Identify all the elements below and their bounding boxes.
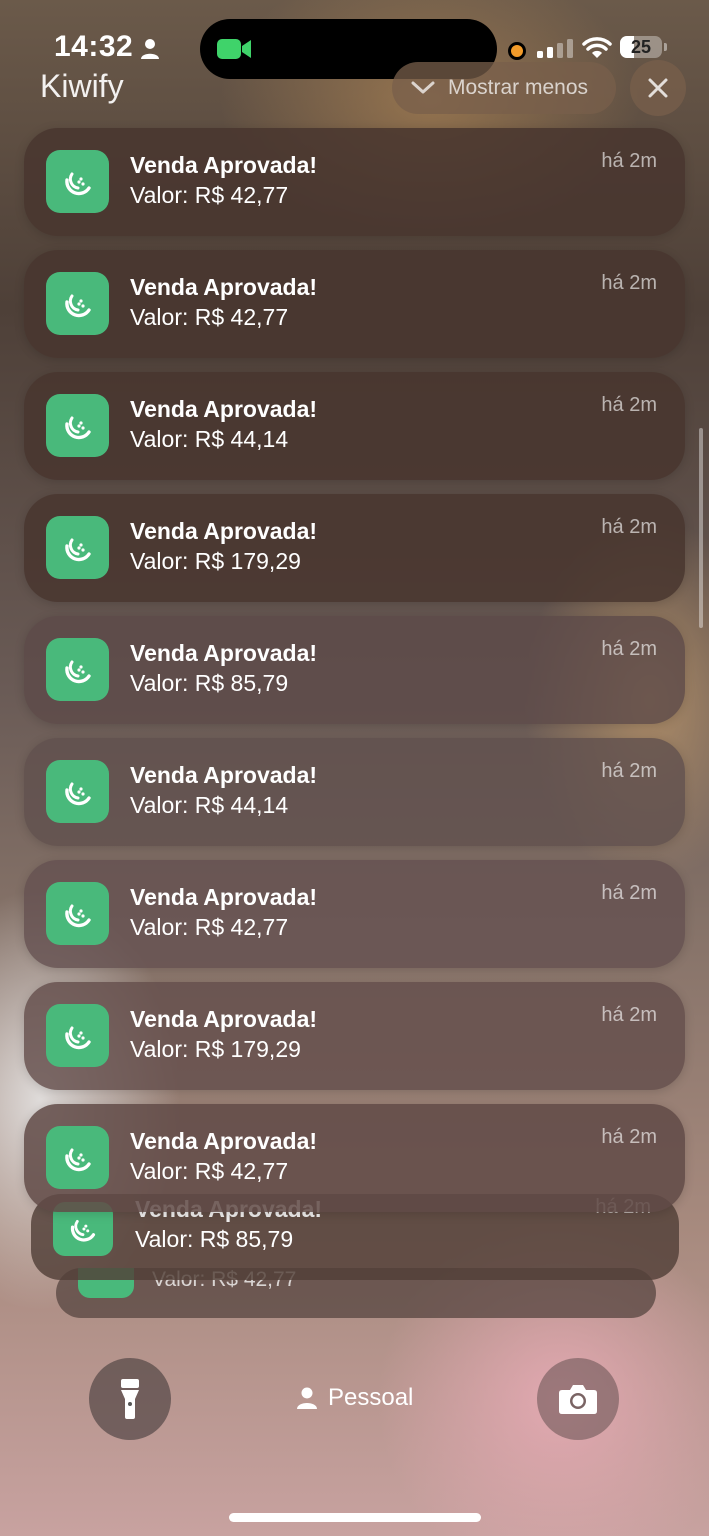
kiwify-app-icon: [46, 272, 109, 335]
notification-card[interactable]: Venda Aprovada! Valor: R$ 179,29 há 2m: [24, 982, 685, 1090]
home-indicator[interactable]: [229, 1513, 481, 1522]
notification-card[interactable]: Venda Aprovada! Valor: R$ 42,77 há 2m: [24, 128, 685, 236]
wifi-icon: [582, 37, 612, 58]
notification-time: há 2m: [601, 394, 657, 416]
kiwify-app-icon: [46, 516, 109, 579]
notification-body: Valor: R$ 42,77: [130, 304, 289, 330]
notification-body: Valor: R$ 42,77: [130, 914, 289, 940]
notification-card[interactable]: Venda Aprovada! Valor: R$ 85,79 há 2m: [24, 616, 685, 724]
kiwify-app-icon: [46, 1126, 109, 1189]
notification-body: Valor: R$ 179,29: [130, 1036, 301, 1062]
notification-card[interactable]: Venda Aprovada! Valor: R$ 179,29 há 2m: [24, 494, 685, 602]
focus-mode-label: Pessoal: [328, 1384, 414, 1411]
notification-time: há 2m: [601, 1004, 657, 1026]
kiwify-app-icon: [46, 394, 109, 457]
battery-level: 25: [630, 37, 652, 57]
scroll-indicator[interactable]: [699, 428, 703, 628]
camera-button[interactable]: [537, 1358, 619, 1440]
show-less-label: Mostrar menos: [448, 76, 589, 99]
notification-title: Venda Aprovada!: [130, 1128, 318, 1154]
notification-body: Valor: R$ 85,79: [130, 670, 289, 696]
focus-mode-indicator[interactable]: Pessoal: [296, 1384, 413, 1412]
notification-time: há 2m: [601, 150, 657, 172]
notification-title: Venda Aprovada!: [130, 762, 318, 788]
app-group-title: Kiwify: [40, 68, 124, 104]
flashlight-button[interactable]: [89, 1358, 171, 1440]
kiwify-app-icon: [46, 760, 109, 823]
person-icon: [297, 1387, 317, 1409]
notification-body: Valor: R$ 42,77: [130, 1158, 289, 1184]
status-time: 14:32: [54, 30, 134, 63]
notification-card[interactable]: Venda Aprovada! Valor: R$ 42,77 há 2m: [24, 1104, 685, 1212]
notification-title: Venda Aprovada!: [130, 274, 318, 300]
close-icon: [648, 78, 668, 98]
notification-title: Venda Aprovada!: [130, 152, 318, 178]
notification-title: Venda Aprovada!: [130, 1006, 318, 1032]
kiwify-app-icon: [46, 882, 109, 945]
facetime-camera-icon: [217, 39, 251, 59]
chevron-down-icon: [411, 81, 435, 94]
notification-title: Venda Aprovada!: [130, 518, 318, 544]
notification-time: há 2m: [601, 516, 657, 538]
notification-body: Valor: R$ 44,14: [130, 426, 289, 452]
cellular-signal-icon: [537, 39, 573, 58]
flashlight-icon: [121, 1379, 139, 1419]
notification-card[interactable]: Venda Aprovada! Valor: R$ 42,77 há 2m: [24, 250, 685, 358]
notification-card[interactable]: Venda Aprovada! Valor: R$ 44,14 há 2m: [24, 372, 685, 480]
notification-card[interactable]: Venda Aprovada! Valor: R$ 42,77 há 2m: [24, 860, 685, 968]
notification-time: há 2m: [601, 882, 657, 904]
notification-body: Valor: R$ 42,77: [130, 182, 289, 208]
notification-time: há 2m: [601, 760, 657, 782]
kiwify-app-icon: [46, 1004, 109, 1067]
notification-time: há 2m: [601, 1126, 657, 1148]
close-button[interactable]: [630, 60, 686, 116]
notification-time: há 2m: [601, 638, 657, 660]
kiwify-app-icon: [46, 638, 109, 701]
notification-time: há 2m: [601, 272, 657, 294]
camera-icon: [559, 1385, 597, 1414]
notification-body: Valor: R$ 85,79: [135, 1226, 294, 1252]
notification-title: Venda Aprovada!: [130, 640, 318, 666]
notification-body: Valor: R$ 179,29: [130, 548, 301, 574]
notification-body: Valor: R$ 44,14: [130, 792, 289, 818]
notification-title: Venda Aprovada!: [130, 396, 318, 422]
show-less-button[interactable]: Mostrar menos: [392, 62, 616, 114]
orange-dot-icon: [508, 42, 526, 60]
battery-icon: 25: [620, 36, 668, 60]
kiwify-app-icon: [46, 150, 109, 213]
notification-title: Venda Aprovada!: [130, 884, 318, 910]
person-icon: [141, 39, 159, 59]
notification-card[interactable]: Venda Aprovada! Valor: R$ 44,14 há 2m: [24, 738, 685, 846]
